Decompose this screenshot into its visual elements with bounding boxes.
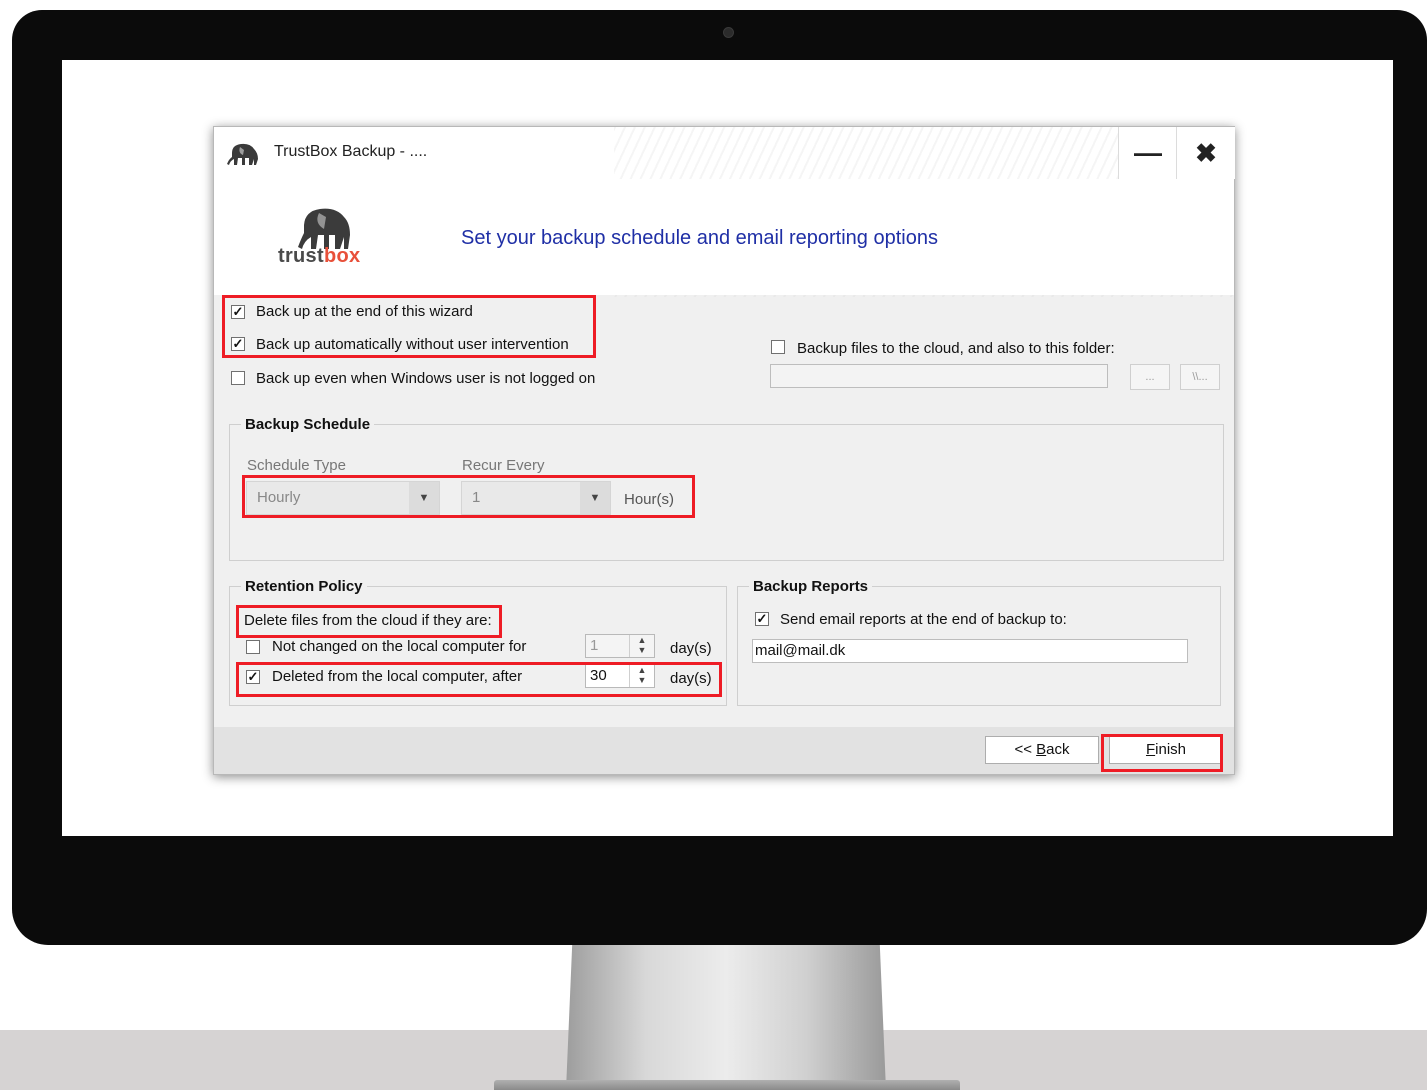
elephant-icon [227, 143, 258, 165]
minimize-icon: — [1134, 137, 1162, 168]
deleted-unit: day(s) [670, 670, 712, 687]
close-button[interactable]: ✖ [1176, 127, 1235, 179]
chevron-down-icon: ▼ [580, 482, 610, 514]
monitor-stand-base [494, 1080, 960, 1090]
page-heading: Set your backup schedule and email repor… [461, 227, 938, 249]
backup-folder-checkbox[interactable] [771, 340, 785, 354]
finish-button[interactable]: Finish [1109, 736, 1223, 764]
backup-folder-label: Backup files to the cloud, and also to t… [797, 340, 1115, 357]
not-changed-checkbox[interactable] [246, 640, 260, 654]
finish-mnemonic: F [1145, 741, 1156, 758]
backup-schedule-title: Backup Schedule [241, 416, 375, 433]
backup-folder-input[interactable] [770, 364, 1108, 388]
backup-not-logged-label: Back up even when Windows user is not lo… [256, 370, 596, 387]
email-field[interactable]: mail@mail.dk [752, 639, 1188, 663]
window-title: TrustBox Backup - .... [274, 143, 428, 160]
not-changed-days-value: 1 [590, 637, 599, 654]
browse-folder-button[interactable]: ... [1130, 364, 1170, 390]
logo-word-box: box [323, 245, 361, 267]
deleted-checkbox[interactable]: ✓ [246, 670, 260, 684]
not-changed-unit: day(s) [670, 640, 712, 657]
recur-unit-label: Hour(s) [624, 491, 675, 508]
back-mnemonic: B [1036, 741, 1047, 758]
recur-every-label: Recur Every [462, 457, 545, 474]
deleted-days-spinner[interactable]: 30 ▲ ▼ [585, 664, 655, 688]
deleted-label: Deleted from the local computer, after [272, 668, 523, 685]
spinner-arrows-icon: ▲ ▼ [629, 665, 654, 687]
title-bar: TrustBox Backup - .... — ✖ [214, 127, 1235, 297]
back-button[interactable]: << Back [985, 736, 1099, 764]
schedule-type-dropdown[interactable]: Hourly ▼ [246, 481, 440, 515]
schedule-type-value: Hourly [257, 489, 301, 506]
not-changed-days-spinner[interactable]: 1 ▲ ▼ [585, 634, 655, 658]
close-icon: ✖ [1195, 137, 1217, 168]
browse-network-button[interactable]: \\... [1180, 364, 1220, 390]
wizard-header: trustbox Set your backup schedule and em… [214, 179, 1234, 295]
back-rest: ack [1046, 741, 1070, 758]
recur-every-dropdown[interactable]: 1 ▼ [461, 481, 611, 515]
minimize-button[interactable]: — [1118, 127, 1177, 179]
deleted-days-value: 30 [590, 667, 607, 684]
finish-rest: inish [1155, 741, 1187, 758]
camera-icon [723, 27, 734, 38]
trustbox-wizard-window: TrustBox Backup - .... — ✖ trustbox Set … [213, 126, 1235, 775]
backup-end-wizard-checkbox[interactable]: ✓ [231, 305, 245, 319]
not-changed-label: Not changed on the local computer for [272, 638, 527, 655]
retention-policy-title: Retention Policy [241, 578, 367, 595]
backup-reports-title: Backup Reports [749, 578, 873, 595]
send-email-checkbox[interactable]: ✓ [755, 612, 769, 626]
recur-every-value: 1 [472, 489, 481, 506]
retention-intro-label: Delete files from the cloud if they are: [244, 612, 492, 629]
trustbox-logo-text: trustbox [278, 245, 360, 268]
backup-auto-label: Back up automatically without user inter… [256, 336, 569, 353]
chevron-down-icon: ▼ [409, 482, 439, 514]
back-prefix: << [1014, 741, 1037, 758]
monitor-stand [566, 940, 886, 1090]
spinner-arrows-icon: ▲ ▼ [629, 635, 654, 657]
backup-auto-checkbox[interactable]: ✓ [231, 337, 245, 351]
schedule-type-label: Schedule Type [247, 457, 346, 474]
backup-not-logged-checkbox[interactable] [231, 371, 245, 385]
send-email-label: Send email reports at the end of backup … [780, 611, 1067, 628]
logo-word-trust: trust [278, 245, 324, 267]
backup-end-wizard-label: Back up at the end of this wizard [256, 303, 473, 320]
